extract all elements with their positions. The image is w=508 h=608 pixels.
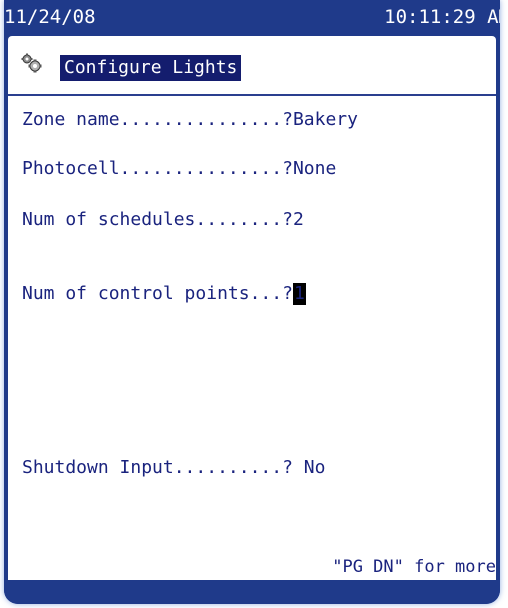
status-date: 11/24/08: [4, 6, 96, 28]
num-schedules-value[interactable]: 2: [293, 209, 304, 230]
photocell-label: Photocell...............?: [22, 158, 293, 179]
zone-name-field[interactable]: Zone name...............?Bakery: [22, 108, 358, 132]
page-title: Configure Lights: [60, 55, 242, 81]
shutdown-input-value[interactable]: No: [293, 457, 326, 478]
title-row: Configure Lights: [8, 36, 496, 94]
photocell-value[interactable]: None: [293, 158, 336, 179]
num-control-points-field[interactable]: Num of control points...?1: [22, 282, 306, 306]
title-divider: [8, 94, 496, 96]
photocell-field[interactable]: Photocell...............?None: [22, 157, 336, 181]
gear-cluster-icon: [20, 52, 42, 74]
terminal-frame: 11/24/08 10:11:29 AM Configure Lights Zo…: [0, 0, 508, 608]
zone-name-label: Zone name...............?: [22, 109, 293, 130]
page-down-hint: "PG DN" for more: [332, 557, 496, 577]
num-schedules-field[interactable]: Num of schedules........?2: [22, 208, 304, 232]
num-control-points-label: Num of control points...?: [22, 283, 293, 304]
bottom-bar: [4, 580, 500, 604]
terminal-screen: Configure Lights Zone name..............…: [8, 36, 496, 582]
status-time: 10:11:29 AM: [384, 6, 500, 28]
status-bar: 11/24/08 10:11:29 AM: [4, 0, 500, 34]
zone-name-value[interactable]: Bakery: [293, 109, 358, 130]
num-control-points-input-cursor[interactable]: 1: [292, 283, 306, 305]
shutdown-input-label: Shutdown Input..........?: [22, 457, 293, 478]
shutdown-input-field[interactable]: Shutdown Input..........? No: [22, 456, 325, 480]
num-schedules-label: Num of schedules........?: [22, 209, 293, 230]
